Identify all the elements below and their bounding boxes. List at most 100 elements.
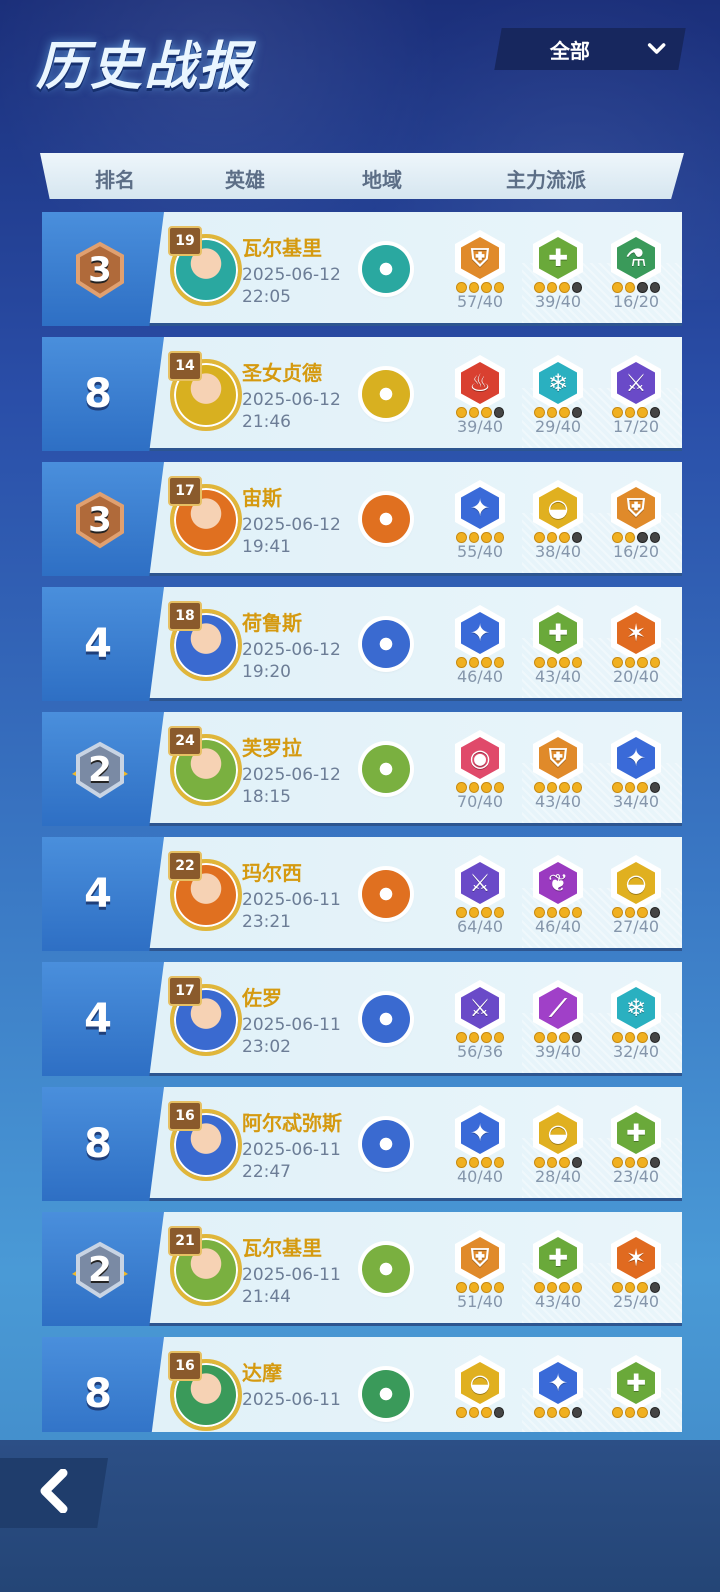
faction-badge[interactable]: ✦ 40/40 — [452, 1105, 508, 1193]
faction-badge[interactable]: ⟋ 39/40 — [530, 980, 586, 1068]
faction-badge[interactable]: ⛨ 57/40 — [452, 230, 508, 318]
faction-badge[interactable]: ⚔ 64/40 — [452, 855, 508, 943]
faction-dots — [534, 532, 582, 543]
faction-badge[interactable]: ◒ 28/40 — [530, 1105, 586, 1193]
rank-number: 2 — [88, 1250, 112, 1290]
tree-icon[interactable] — [362, 1370, 410, 1418]
faction-badge[interactable]: ⛨ 51/40 — [452, 1230, 508, 1318]
leaf-icon: ❦ — [547, 869, 569, 897]
wings-icon[interactable] — [362, 620, 410, 668]
match-datetime: 2025-06-12 22:05 — [242, 264, 341, 308]
faction-count: 27/40 — [612, 917, 660, 936]
table-row[interactable]: 4 22 玛尔西 2025-06-11 23:21 ⚔ 64/40 ❦ 46/4… — [42, 837, 682, 951]
arm-icon: ◒ — [547, 1119, 569, 1147]
hero-name: 荷鲁斯 — [242, 611, 302, 635]
hero-level-badge: 16 — [168, 1101, 202, 1131]
faction-badge[interactable]: ✦ 55/40 — [452, 480, 508, 568]
faction-badge[interactable]: ✚ 43/40 — [530, 605, 586, 693]
faction-progress-dot — [624, 1407, 635, 1418]
table-header: 排名 英雄 地域 主力流派 — [40, 153, 684, 199]
faction-badge[interactable]: ❦ 46/40 — [530, 855, 586, 943]
match-date: 2025-06-11 — [242, 1390, 341, 1410]
faction-dots — [612, 657, 660, 668]
faction-count: 46/40 — [534, 917, 582, 936]
match-datetime: 2025-06-11 — [242, 1389, 341, 1411]
faction-badge[interactable]: ✚ 43/40 — [530, 1230, 586, 1318]
faction-badge[interactable]: ⚔ 56/36 — [452, 980, 508, 1068]
trident-icon[interactable] — [362, 245, 410, 293]
faction-badge[interactable]: ◒ 38/40 — [530, 480, 586, 568]
table-row[interactable]: 4 17 佐罗 2025-06-11 23:02 ⚔ 56/36 ⟋ 39/40 — [42, 962, 682, 1076]
faction-dots — [534, 407, 582, 418]
faction-badge[interactable]: ✚ — [608, 1355, 664, 1432]
faction-dots — [534, 782, 582, 793]
cross-icon: ✚ — [547, 619, 569, 647]
faction-progress-dot — [571, 1407, 582, 1418]
faction-badge[interactable]: ❄ 32/40 — [608, 980, 664, 1068]
faction-badge[interactable]: ✦ 34/40 — [608, 730, 664, 818]
spear-icon: ✶ — [625, 1244, 647, 1272]
swirl-icon[interactable] — [362, 370, 410, 418]
wings-icon[interactable] — [362, 995, 410, 1043]
match-datetime: 2025-06-12 18:15 — [242, 764, 341, 808]
header-rank: 排名 — [95, 168, 135, 192]
faction-badge[interactable]: ⛨ 43/40 — [530, 730, 586, 818]
match-time: 19:20 — [242, 662, 291, 682]
faction-badge[interactable]: ◉ 70/40 — [452, 730, 508, 818]
match-datetime: 2025-06-12 19:20 — [242, 639, 341, 683]
table-row[interactable]: 8 16 达摩 2025-06-11 ◒ ✦ ✚ — [42, 1337, 682, 1432]
table-row[interactable]: 3 17 宙斯 2025-06-12 19:41 ✦ 55/40 ◒ 38/40 — [42, 462, 682, 576]
faction-badge[interactable]: ◒ 27/40 — [608, 855, 664, 943]
faction-count: 17/20 — [612, 417, 660, 436]
faction-badge[interactable]: ⚗ 16/20 — [608, 230, 664, 318]
table-row[interactable]: 2 24 芙罗拉 2025-06-12 18:15 ◉ 70/40 ⛨ 43/4… — [42, 712, 682, 826]
match-datetime: 2025-06-11 23:02 — [242, 1014, 341, 1058]
axe-icon[interactable] — [362, 870, 410, 918]
faction-badge[interactable]: ♨ 39/40 — [452, 355, 508, 443]
faction-badge[interactable]: ✦ 46/40 — [452, 605, 508, 693]
faction-dots — [534, 907, 582, 918]
faction-badge[interactable]: ⛨ 16/20 — [608, 480, 664, 568]
table-row[interactable]: 8 16 阿尔忒弥斯 2025-06-11 22:47 ✦ 40/40 ◒ 28… — [42, 1087, 682, 1201]
hero-level-badge: 14 — [168, 351, 202, 381]
pentagram-icon[interactable] — [362, 1245, 410, 1293]
star-icon: ✦ — [547, 1369, 569, 1397]
sword-icon: ⚔ — [469, 994, 491, 1022]
faction-badge[interactable]: ⚔ 17/20 — [608, 355, 664, 443]
match-time: 21:44 — [242, 1287, 291, 1307]
header-region: 地域 — [362, 168, 402, 192]
table-row[interactable]: 8 14 圣女贞德 2025-06-12 21:46 ♨ 39/40 ❄ 29/… — [42, 337, 682, 451]
faction-dots — [612, 407, 660, 418]
match-history-list[interactable]: 3 19 瓦尔基里 2025-06-12 22:05 ⛨ 57/40 ✚ 39/… — [42, 212, 682, 1432]
wings-icon[interactable] — [362, 1120, 410, 1168]
faction-badge[interactable]: ✚ 39/40 — [530, 230, 586, 318]
faction-badge[interactable]: ✶ 25/40 — [608, 1230, 664, 1318]
faction-count: 29/40 — [534, 417, 582, 436]
faction-badge[interactable]: ✦ — [530, 1355, 586, 1432]
faction-dots — [534, 1282, 582, 1293]
faction-badge[interactable]: ✚ 23/40 — [608, 1105, 664, 1193]
faction-dots — [456, 532, 504, 543]
axe-icon[interactable] — [362, 495, 410, 543]
table-row[interactable]: 2 21 瓦尔基里 2025-06-11 21:44 ⛨ 51/40 ✚ 43/… — [42, 1212, 682, 1326]
filter-dropdown[interactable]: 全部 — [494, 28, 686, 70]
match-time: 22:05 — [242, 287, 291, 307]
match-date: 2025-06-12 — [242, 640, 341, 660]
back-button[interactable] — [0, 1458, 108, 1528]
faction-count: 70/40 — [456, 792, 504, 811]
faction-badge[interactable]: ✶ 20/40 — [608, 605, 664, 693]
faction-badge[interactable]: ◒ — [452, 1355, 508, 1432]
faction-dots — [456, 782, 504, 793]
cross-icon: ✚ — [625, 1119, 647, 1147]
match-time: 18:15 — [242, 787, 291, 807]
table-row[interactable]: 3 19 瓦尔基里 2025-06-12 22:05 ⛨ 57/40 ✚ 39/… — [42, 212, 682, 326]
match-time: 22:47 — [242, 1162, 291, 1182]
faction-progress-dot — [637, 1407, 648, 1418]
table-row[interactable]: 4 18 荷鲁斯 2025-06-12 19:20 ✦ 46/40 ✚ 43/4… — [42, 587, 682, 701]
faction-count: 56/36 — [456, 1042, 504, 1061]
pentagram-icon[interactable] — [362, 745, 410, 793]
hero-level-badge: 16 — [168, 1351, 202, 1381]
faction-badge[interactable]: ❄ 29/40 — [530, 355, 586, 443]
faction-progress-dot — [649, 1407, 660, 1418]
match-date: 2025-06-12 — [242, 390, 341, 410]
